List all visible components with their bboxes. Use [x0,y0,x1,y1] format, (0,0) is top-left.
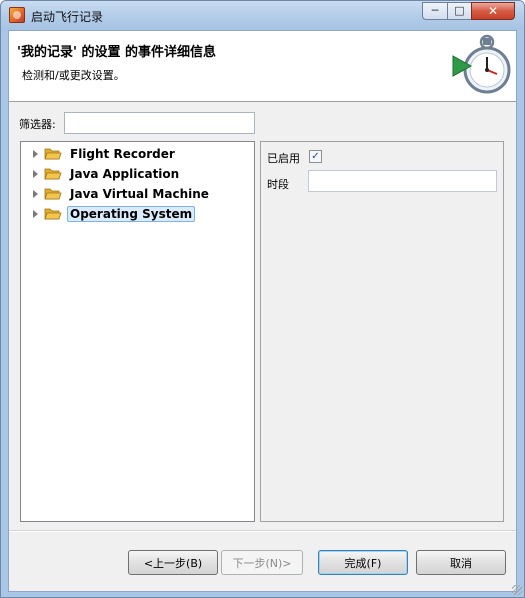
next-button[interactable]: 下一步(N)> [221,550,303,575]
dialog-client-area: '我的记录' 的设置 的事件详细信息 检测和/或更改设置。 筛选器: Fligh… [8,30,517,592]
tree-item[interactable]: Java Application [21,164,182,183]
wizard-header: '我的记录' 的设置 的事件详细信息 检测和/或更改设置。 [9,31,516,102]
folder-icon [44,208,62,219]
maximize-button[interactable]: □ [447,2,472,20]
expand-arrow-icon[interactable] [33,189,38,198]
tree-item-label: Java Application [70,166,180,181]
dialog-window: 启动飞行记录 ─ □ ✕ '我的记录' 的设置 的事件详细信息 检测和/或更改设… [0,0,525,598]
cancel-button[interactable]: 取消 [416,550,506,575]
window-title: 启动飞行记录 [31,10,104,24]
finish-button[interactable]: 完成(F) [318,550,408,575]
close-button[interactable]: ✕ [471,2,515,20]
tree-item-label: Flight Recorder [70,146,175,161]
resize-grip[interactable] [512,585,522,595]
title-bar[interactable]: 启动飞行记录 ─ □ ✕ [1,1,524,30]
filter-label: 筛选器: [19,118,56,131]
filter-input[interactable] [64,112,255,134]
tree-item[interactable]: Flight Recorder [21,144,178,163]
back-button[interactable]: <上一步(B) [128,550,218,575]
tree-item[interactable]: Operating System [21,204,196,223]
expand-arrow-icon[interactable] [33,169,38,178]
event-properties-panel: 已启用 ✓ 时段 [260,141,504,522]
folder-icon [44,188,62,199]
page-title: '我的记录' 的设置 的事件详细信息 [17,45,217,60]
folder-icon [44,148,62,159]
tree-item-label: Operating System [67,205,196,222]
tree-item[interactable]: Java Virtual Machine [21,184,212,203]
enabled-label: 已启用 [267,152,300,165]
folder-icon [44,168,62,179]
period-label: 时段 [267,178,289,191]
event-tree[interactable]: Flight Recorder Java Application Java Virt… [20,141,255,522]
expand-arrow-icon[interactable] [33,149,38,158]
page-description: 检测和/或更改设置。 [22,69,125,82]
expand-arrow-icon[interactable] [33,209,38,218]
button-bar-separator [9,530,516,532]
minimize-button[interactable]: ─ [422,2,448,20]
app-icon [9,7,25,23]
tree-item-label: Java Virtual Machine [70,186,209,201]
stopwatch-play-icon [452,34,511,94]
period-input[interactable] [308,170,497,192]
enabled-checkbox[interactable]: ✓ [309,150,322,163]
